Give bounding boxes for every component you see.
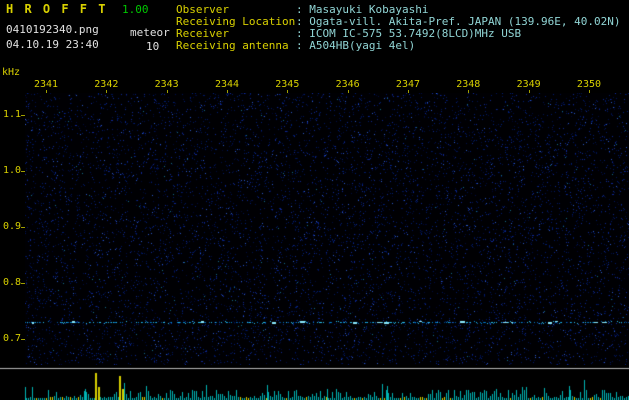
y-axis: 1.1 1.0 0.9 0.8 0.7 — [0, 0, 25, 400]
mode-label: meteor — [130, 26, 170, 39]
signal-strip-canvas — [0, 367, 629, 400]
hrofft-output-screen: H R O F F T 1.00 0410192340.png meteor 0… — [0, 0, 629, 400]
y-tick-label: 1.0 — [3, 165, 22, 176]
y-tick-label: 0.9 — [3, 221, 22, 232]
station-info-label: Receiving antenna — [176, 39, 289, 52]
station-info-row: Receiving antenna : A504HB(yagi 4el) — [176, 40, 628, 52]
y-tick-label: 0.7 — [3, 333, 22, 344]
station-info-block: Observer: Masayuki Kobayashi Receiving Lo… — [176, 4, 628, 52]
y-tick-label: 0.8 — [3, 277, 22, 288]
y-tick-label: 1.1 — [3, 109, 22, 120]
station-info-value: : A504HB(yagi 4el) — [296, 39, 416, 52]
app-version: 1.00 — [122, 3, 149, 16]
spectrogram-canvas — [25, 93, 629, 365]
interval-minutes: 10 — [146, 40, 160, 53]
